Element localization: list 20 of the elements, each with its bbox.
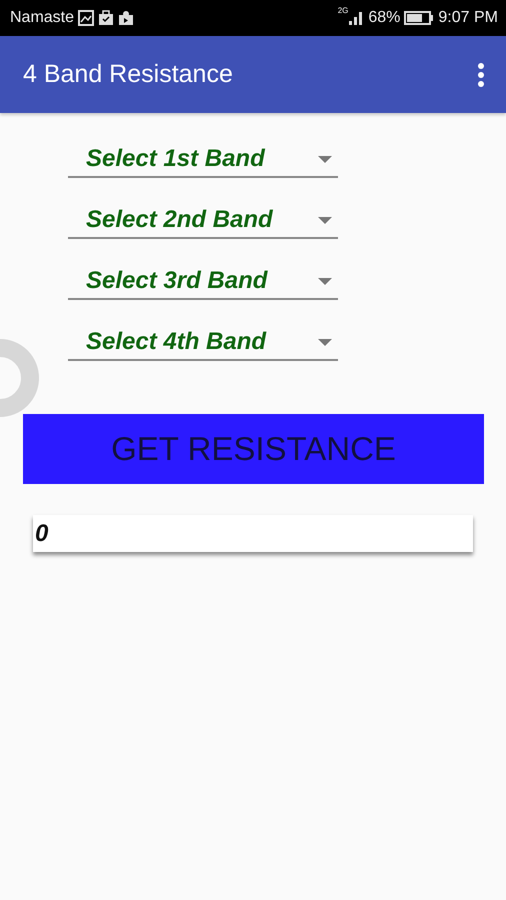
signal-icon <box>348 10 364 26</box>
band-dropdown[interactable]: Select 3rd Band <box>68 264 338 300</box>
dropdown-arrow-icon <box>318 156 332 162</box>
band-dropdown[interactable]: Select 1st Band <box>68 142 338 178</box>
carrier-name: Namaste <box>10 9 74 27</box>
more-options-icon[interactable] <box>476 62 486 86</box>
app-title: 4 Band Resistance <box>23 60 234 89</box>
briefcase-icon <box>98 10 114 26</box>
dropdown-arrow-icon <box>318 338 332 346</box>
video-icon <box>118 10 134 26</box>
dropdown-arrow-icon <box>318 278 332 284</box>
band-dropdown[interactable]: Select 2nd Band <box>68 203 338 239</box>
band-dropdown[interactable]: Select 4th Band <box>68 325 338 361</box>
image-icon <box>78 10 94 26</box>
network-type: 2G <box>338 6 348 15</box>
battery-level: 68% <box>368 9 400 27</box>
result-field: 0 <box>33 515 473 552</box>
clock-time: 9:07 PM <box>438 9 498 27</box>
battery-icon <box>404 10 434 26</box>
dropdown-arrow-icon <box>318 216 332 224</box>
